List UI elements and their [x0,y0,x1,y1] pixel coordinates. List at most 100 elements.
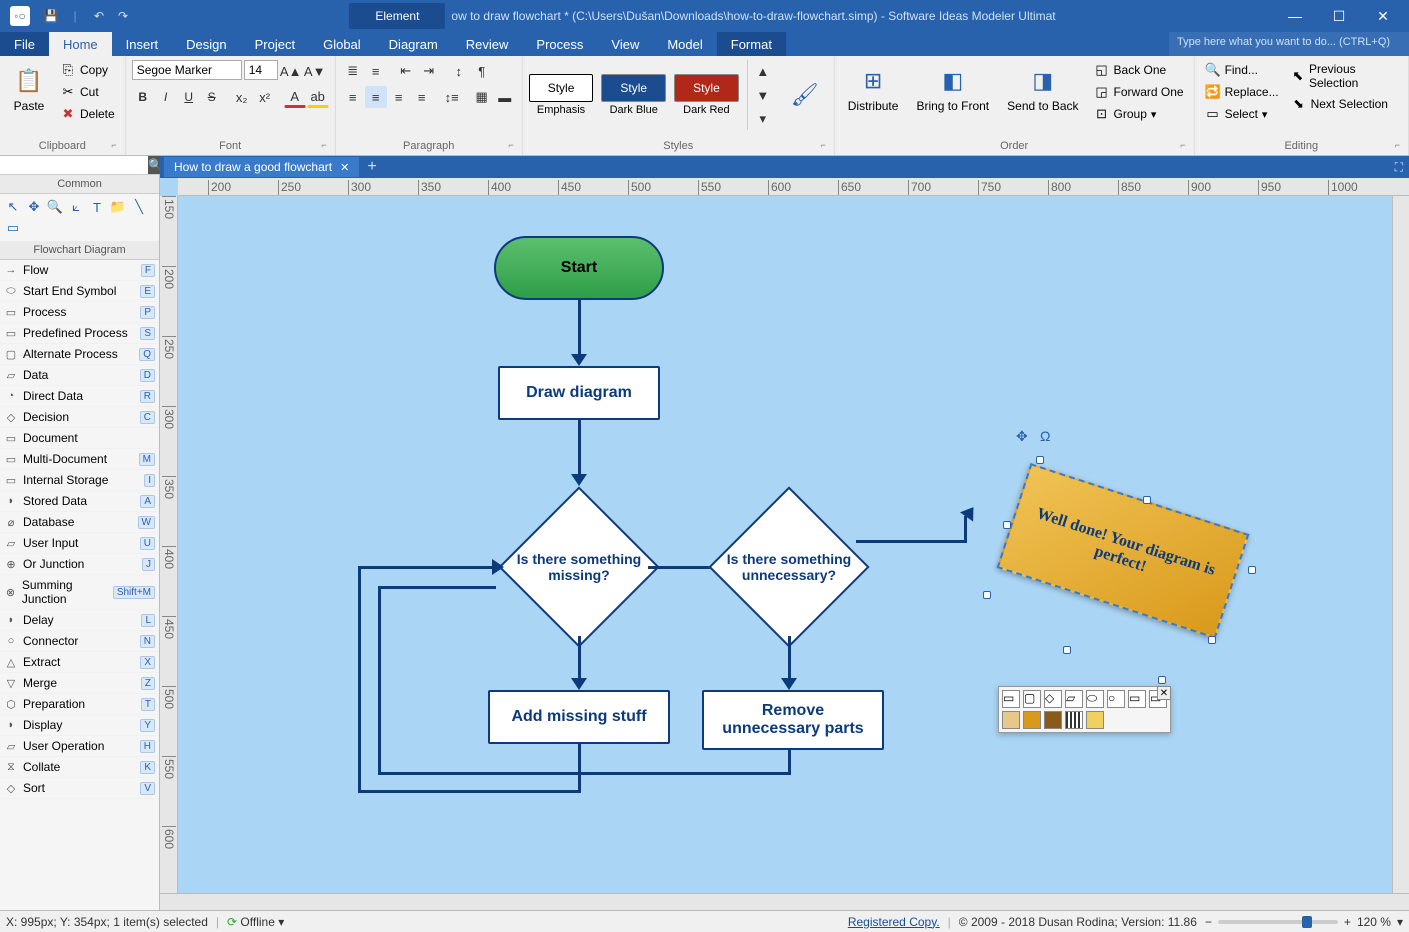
pan-tool-icon[interactable]: ⟀ [67,198,85,216]
find-button[interactable]: 🔍Find... [1201,60,1283,80]
styles-scroll-up-icon[interactable]: ▲ [752,60,774,82]
color-stripes[interactable] [1065,711,1083,729]
maximize-canvas-icon[interactable]: ⛶ [1389,160,1409,175]
selection-handle[interactable] [983,591,991,599]
bullets-icon[interactable]: ≣ [342,60,364,82]
canvas[interactable]: Start Draw diagram Is there something mi… [178,196,1392,893]
replace-button[interactable]: 🔁Replace... [1201,82,1283,102]
contextual-tab-element[interactable]: Element [349,3,445,29]
shrink-font-icon[interactable]: A▼ [304,60,326,82]
selection-handle[interactable] [1003,521,1011,529]
menu-home[interactable]: Home [49,32,112,56]
shape-diamond-icon[interactable]: ◇ [1044,690,1062,708]
next-selection-button[interactable]: ⬊Next Selection [1287,94,1402,114]
styles-more-icon[interactable]: ▾ [752,108,774,130]
add-tab-icon[interactable]: + [359,158,384,176]
style-dark-red[interactable]: Style [674,74,739,102]
color-tan[interactable] [1002,711,1020,729]
shape-item-data[interactable]: ▱DataD [0,365,159,386]
font-color-icon[interactable]: A [284,86,306,108]
shape-item-delay[interactable]: ◗DelayL [0,610,159,631]
menu-global[interactable]: Global [309,32,375,56]
strike-icon[interactable]: S [201,86,223,108]
shape-item-internal-storage[interactable]: ▭Internal StorageI [0,470,159,491]
shape-item-multi-document[interactable]: ▭Multi-DocumentM [0,449,159,470]
outdent-icon[interactable]: ⇤ [395,60,417,82]
shape-rect-icon[interactable]: ▭ [1002,690,1020,708]
move-handle-icon[interactable]: ✥ [1016,428,1028,445]
scrollbar-horizontal[interactable] [160,893,1409,910]
shape-rounded-icon[interactable]: ▢ [1023,690,1041,708]
shape-item-stored-data[interactable]: ◗Stored DataA [0,491,159,512]
shape-item-direct-data[interactable]: ◔Direct DataR [0,386,159,407]
menu-design[interactable]: Design [172,32,240,56]
move-tool-icon[interactable]: ✥ [25,198,43,216]
align-center-icon[interactable]: ≡ [365,86,387,108]
color-gold[interactable] [1023,711,1041,729]
menu-file[interactable]: File [0,32,49,56]
menu-review[interactable]: Review [452,32,523,56]
line-tool-icon[interactable]: ╲ [130,198,148,216]
tell-me-search[interactable]: Type here what you want to do... (CTRL+Q… [1169,32,1409,56]
bold-icon[interactable]: B [132,86,154,108]
shape-item-database[interactable]: ⌀DatabaseW [0,512,159,533]
shape-item-alternate-process[interactable]: ▢Alternate ProcessQ [0,344,159,365]
shape-remove-unnecessary[interactable]: Remove unnecessary parts [702,690,884,750]
shape-item-display[interactable]: ◗DisplayY [0,715,159,736]
align-right-icon[interactable]: ≡ [388,86,410,108]
zoom-in-icon[interactable]: + [1344,915,1351,929]
color-brown[interactable] [1044,711,1062,729]
shape-add-missing[interactable]: Add missing stuff [488,690,670,744]
forward-one-button[interactable]: ◲Forward One [1090,82,1188,102]
shape-draw-diagram[interactable]: Draw diagram [498,366,660,420]
shading-icon[interactable]: ▬ [494,86,516,108]
shape-item-merge[interactable]: ▽MergeZ [0,673,159,694]
numbering-icon[interactable]: ≡ [365,60,387,82]
grow-font-icon[interactable]: A▲ [280,60,302,82]
shape-item-process[interactable]: ▭ProcessP [0,302,159,323]
toolbox-common-header[interactable]: Common [0,175,159,194]
shape-item-or-junction[interactable]: ⊕Or JunctionJ [0,554,159,575]
shape-note-selected[interactable]: Well done! Your diagram is perfect! [997,463,1250,639]
line-spacing-icon[interactable]: ↕≡ [441,86,463,108]
context-close-icon[interactable]: ✕ [1157,686,1171,700]
font-size-select[interactable] [244,60,278,80]
selection-handle[interactable] [1158,676,1166,684]
close-button[interactable]: ✕ [1361,0,1405,32]
zoom-tool-icon[interactable]: 🔍 [46,198,64,216]
shape-item-user-operation[interactable]: ▱User OperationH [0,736,159,757]
menu-process[interactable]: Process [522,32,597,56]
paste-button[interactable]: 📋 Paste [6,60,52,118]
style-settings-button[interactable]: 🖌 [782,74,828,116]
underline-icon[interactable]: U [178,86,200,108]
redo-icon[interactable]: ↷ [114,7,132,25]
select-button[interactable]: ▭Select ▾ [1201,104,1283,124]
shape-decision-missing[interactable]: Is there something missing? [498,486,660,648]
container-tool-icon[interactable]: ▭ [4,219,22,237]
bring-front-button[interactable]: ◧Bring to Front [909,60,996,118]
shape-item-flow[interactable]: →FlowF [0,260,159,281]
selection-handle[interactable] [1143,496,1151,504]
shape-item-predefined-process[interactable]: ▭Predefined ProcessS [0,323,159,344]
indent-icon[interactable]: ⇥ [418,60,440,82]
status-offline[interactable]: ⟳ Offline ▾ [227,915,284,929]
shape-item-user-input[interactable]: ▱User InputU [0,533,159,554]
shape-parallelogram-icon[interactable]: ▱ [1065,690,1083,708]
shape-item-decision[interactable]: ◇DecisionC [0,407,159,428]
toolbox-search-input[interactable] [0,156,148,174]
maximize-button[interactable]: ☐ [1317,0,1361,32]
folder-tool-icon[interactable]: 📁 [109,198,127,216]
distribute-button[interactable]: ⊞Distribute [841,60,906,118]
registered-link[interactable]: Registered Copy. [848,915,940,929]
color-yellow-note[interactable] [1086,711,1104,729]
shape-item-summing-junction[interactable]: ⊗Summing JunctionShift+M [0,575,159,610]
undo-icon[interactable]: ↶ [90,7,108,25]
shape-item-connector[interactable]: ○ConnectorN [0,631,159,652]
selection-handle[interactable] [1208,636,1216,644]
pointer-tool-icon[interactable]: ↖ [4,198,22,216]
highlight-icon[interactable]: ab [307,86,329,108]
selection-handle[interactable] [1063,646,1071,654]
shape-start[interactable]: Start [494,236,664,300]
menu-format[interactable]: Format [717,32,786,56]
copy-button[interactable]: ⎘Copy [56,60,119,80]
